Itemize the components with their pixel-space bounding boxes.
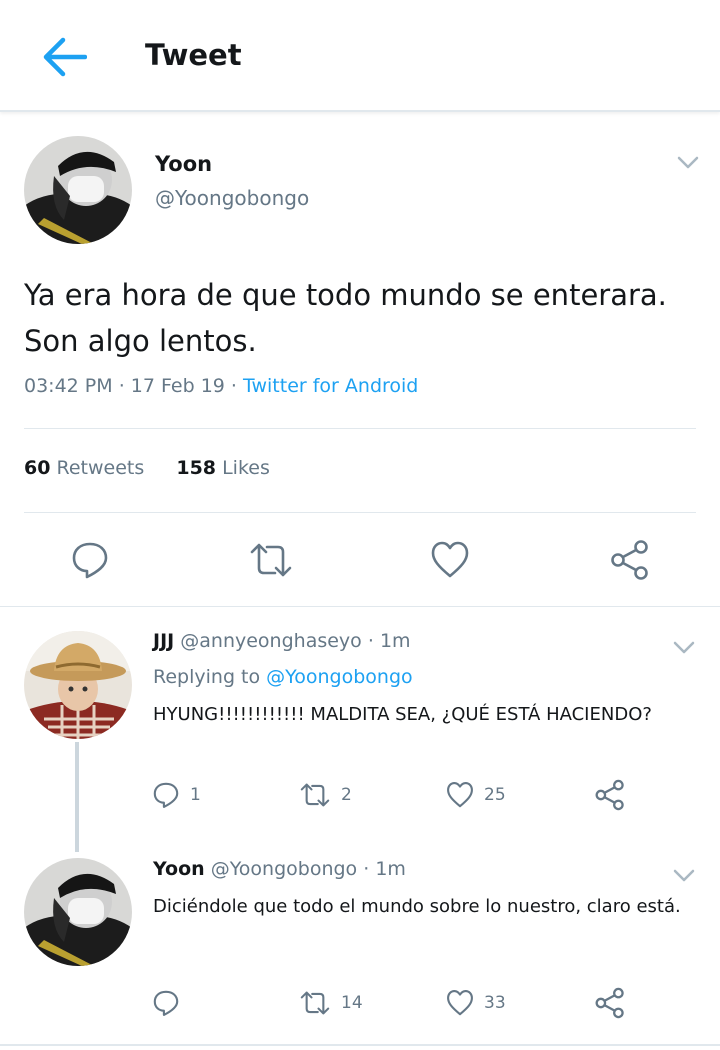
like-count: 25 (484, 785, 506, 805)
retweet-button[interactable]: 2 (299, 781, 352, 809)
reply-author-name[interactable]: JJJ (153, 630, 174, 652)
divider (0, 606, 720, 607)
share-icon (611, 540, 648, 580)
meta-separator: · (367, 630, 380, 652)
share-button[interactable] (594, 779, 626, 811)
reply-author-handle[interactable]: @annyeonghaseyo (180, 630, 362, 652)
retweet-count: 14 (341, 993, 363, 1013)
user-photo (24, 858, 132, 966)
reply-icon (72, 542, 108, 579)
like-icon (431, 541, 469, 578)
chevron-down-icon (673, 869, 695, 882)
share-button[interactable] (609, 539, 651, 581)
meta-separator: · (363, 858, 376, 880)
page-title: Tweet (145, 38, 242, 72)
back-arrow-icon (43, 37, 87, 77)
reply-text: HYUNG!!!!!!!!!!!! MALDITA SEA, ¿QUÉ ESTÁ… (153, 704, 652, 725)
tweet-text: Ya era hora de que todo mundo se enterar… (24, 278, 667, 358)
like-count: 33 (484, 993, 506, 1013)
share-icon (595, 987, 624, 1019)
avatar[interactable] (24, 631, 132, 739)
divider (24, 428, 696, 429)
reply-header: Yoon @Yoongobongo · 1m (153, 858, 406, 880)
author-handle[interactable]: @Yoongobongo (155, 186, 309, 210)
retweets-stat[interactable]: 60 Retweets (24, 457, 144, 479)
author-name[interactable]: Yoon (155, 152, 212, 176)
user-photo (24, 136, 132, 244)
likes-count: 158 (176, 457, 217, 479)
thread-connector (75, 742, 79, 852)
reply-author-name[interactable]: Yoon (153, 858, 205, 880)
reply-author-handle[interactable]: @Yoongobongo (211, 858, 357, 880)
tweet-time: 03:42 PM (24, 375, 113, 397)
divider (0, 1044, 720, 1046)
reply-header: JJJ @annyeonghaseyo · 1m (153, 630, 411, 652)
retweet-button[interactable] (248, 540, 294, 580)
retweets-count: 60 (24, 457, 51, 479)
meta-separator: · (118, 375, 131, 397)
reply-count: 1 (190, 785, 201, 805)
tweet-options-button[interactable] (673, 152, 703, 174)
reply-time: 1m (375, 858, 406, 880)
tweet-options-button[interactable] (669, 637, 699, 659)
share-icon (595, 779, 624, 811)
engagement-stats: 60 Retweets 158 Likes (24, 457, 270, 479)
retweet-icon (300, 783, 330, 807)
avatar[interactable] (24, 136, 132, 244)
chevron-down-icon (673, 641, 695, 654)
divider (24, 512, 696, 513)
like-button[interactable] (430, 540, 470, 580)
chevron-down-icon (677, 156, 699, 169)
tweet-date: 17 Feb 19 (130, 375, 225, 397)
like-icon (447, 782, 473, 808)
retweet-icon (250, 543, 292, 577)
reply-button[interactable]: 1 (152, 781, 201, 809)
user-photo (24, 631, 132, 739)
likes-label: Likes (222, 457, 270, 479)
tweet-meta: 03:42 PM · 17 Feb 19 · Twitter for Andro… (24, 375, 418, 397)
retweets-label: Retweets (56, 457, 145, 479)
avatar[interactable] (24, 858, 132, 966)
retweet-icon (300, 991, 330, 1015)
replying-to-label: Replying to (153, 666, 261, 688)
share-button[interactable] (594, 987, 626, 1019)
meta-separator: · (230, 375, 244, 397)
reply-button[interactable] (152, 989, 190, 1017)
replying-to-link[interactable]: @Yoongobongo (266, 666, 412, 688)
tweet-options-button[interactable] (669, 865, 699, 887)
reply-button[interactable] (70, 540, 110, 580)
reply-icon (153, 782, 179, 808)
retweet-count: 2 (341, 785, 352, 805)
like-button[interactable]: 25 (446, 781, 506, 809)
reply-icon (153, 990, 179, 1016)
reply-time: 1m (379, 630, 411, 652)
like-icon (447, 990, 473, 1016)
like-button[interactable]: 33 (446, 989, 506, 1017)
top-app-bar: Tweet (0, 0, 720, 112)
tweet-source-link[interactable]: Twitter for Android (243, 375, 418, 397)
likes-stat[interactable]: 158 Likes (176, 457, 270, 479)
reply-text: Diciéndole que todo el mundo sobre lo nu… (153, 896, 681, 917)
replying-to: Replying to @Yoongobongo (153, 666, 413, 688)
retweet-button[interactable]: 14 (299, 989, 363, 1017)
back-button[interactable] (38, 34, 90, 80)
